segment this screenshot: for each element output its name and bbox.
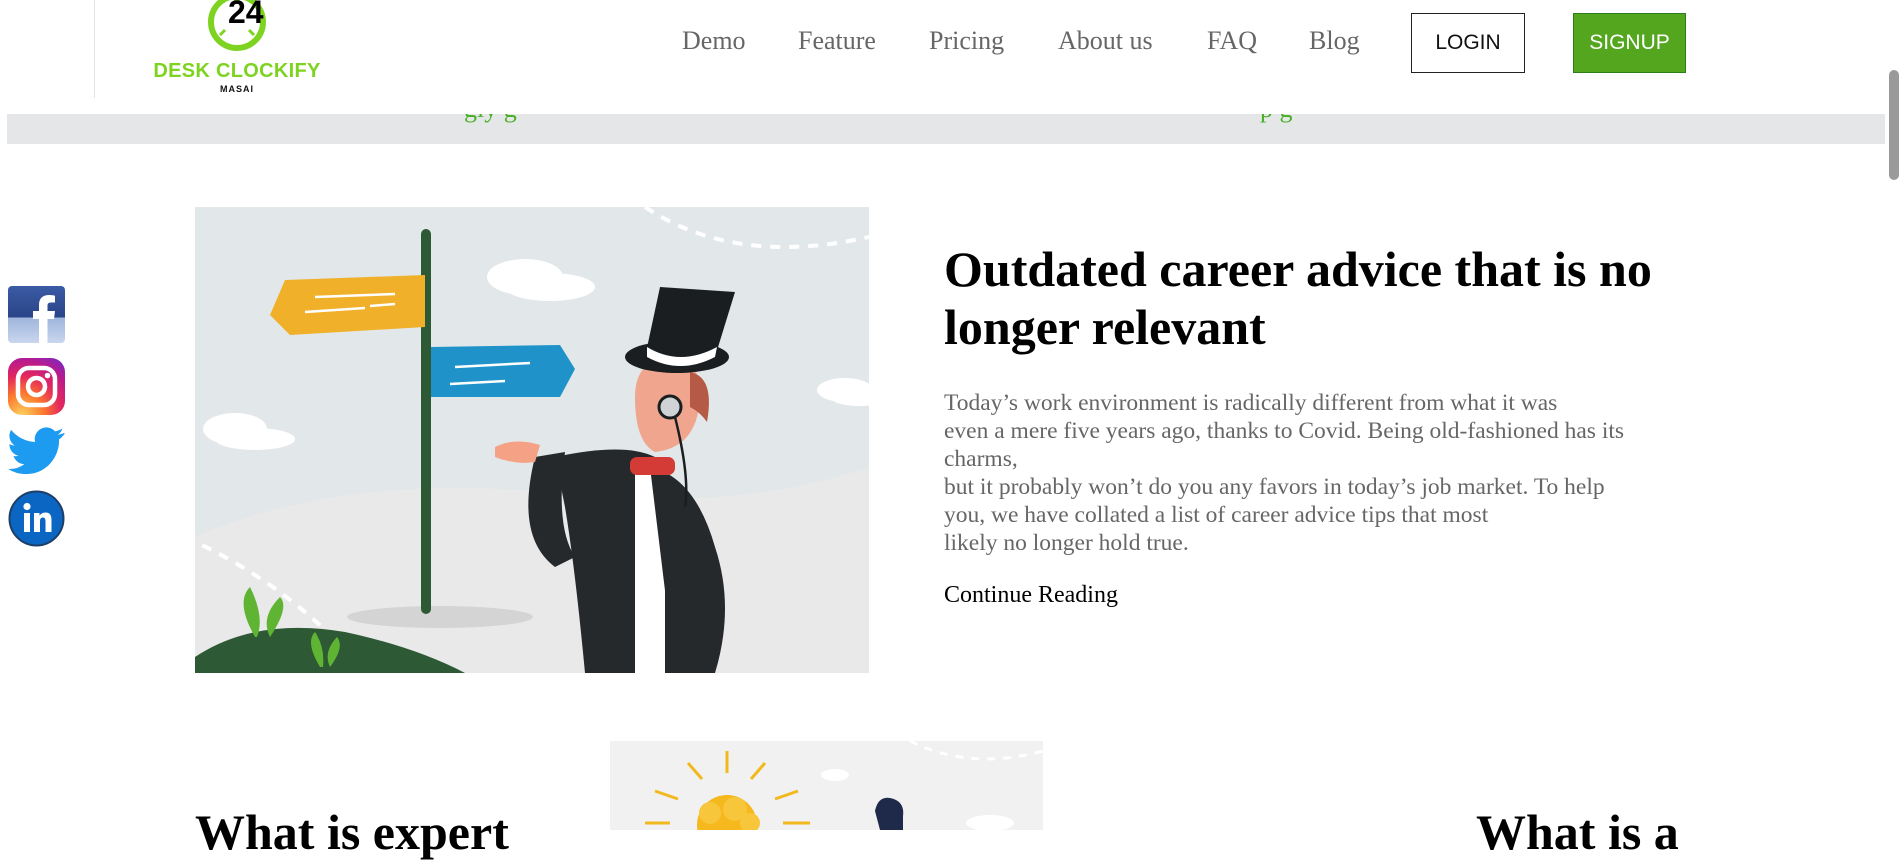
- nav-feature[interactable]: Feature: [798, 26, 876, 56]
- nav-about-us[interactable]: About us: [1058, 26, 1153, 56]
- previous-section-strip: gly g p g: [7, 112, 1885, 144]
- logo-subtitle: MASAI: [220, 84, 254, 94]
- next-article-title-right[interactable]: What is a: [1476, 803, 1679, 861]
- article-title-line-2: longer relevant: [944, 299, 1266, 355]
- next-article-illustration[interactable]: [610, 741, 1043, 830]
- logo-number: 24: [228, 0, 264, 30]
- instagram-camera-glyph: [15, 365, 58, 408]
- site-header: 24 DESK CLOCKIFY MASAI Demo Feature Pric…: [0, 0, 1885, 114]
- article-excerpt: Today’s work environment is radically di…: [944, 389, 1704, 557]
- next-article-title-left[interactable]: What is expert: [195, 803, 509, 861]
- signup-button[interactable]: SIGNUP: [1573, 13, 1686, 73]
- excerpt-line: Today’s work environment is radically di…: [944, 390, 1558, 416]
- excerpt-line: charms,: [944, 446, 1018, 472]
- nav-demo[interactable]: Demo: [682, 26, 746, 56]
- twitter-icon[interactable]: [8, 427, 65, 484]
- lightbulb-illustration: [610, 741, 1043, 830]
- excerpt-line: you, we have collated a list of career a…: [944, 502, 1489, 528]
- article-title[interactable]: Outdated career advice that is no longer…: [944, 240, 1704, 356]
- signpost-gentleman-illustration: [195, 207, 869, 673]
- nav-pricing[interactable]: Pricing: [929, 26, 1004, 56]
- page-scrollbar[interactable]: [1889, 70, 1899, 180]
- header-divider: [94, 0, 95, 98]
- excerpt-line: but it probably won’t do you any favors …: [944, 474, 1605, 500]
- facebook-icon[interactable]: [8, 286, 65, 343]
- twitter-bird-glyph: [8, 427, 65, 475]
- continue-reading-link[interactable]: Continue Reading: [944, 582, 1118, 609]
- excerpt-line: even a mere five years ago, thanks to Co…: [944, 418, 1625, 444]
- excerpt-line: likely no longer hold true.: [944, 530, 1189, 556]
- article-illustration[interactable]: [195, 207, 869, 673]
- facebook-f-glyph: [33, 295, 55, 343]
- nav-faq[interactable]: FAQ: [1207, 26, 1257, 56]
- nav-blog[interactable]: Blog: [1309, 26, 1360, 56]
- logo-name: DESK CLOCKIFY: [153, 60, 321, 82]
- linkedin-in-glyph: [8, 490, 65, 547]
- instagram-icon[interactable]: [8, 358, 65, 415]
- linkedin-icon[interactable]: [8, 490, 65, 547]
- article-title-line-1: Outdated career advice that is no: [944, 241, 1652, 297]
- login-button[interactable]: LOGIN: [1411, 13, 1525, 73]
